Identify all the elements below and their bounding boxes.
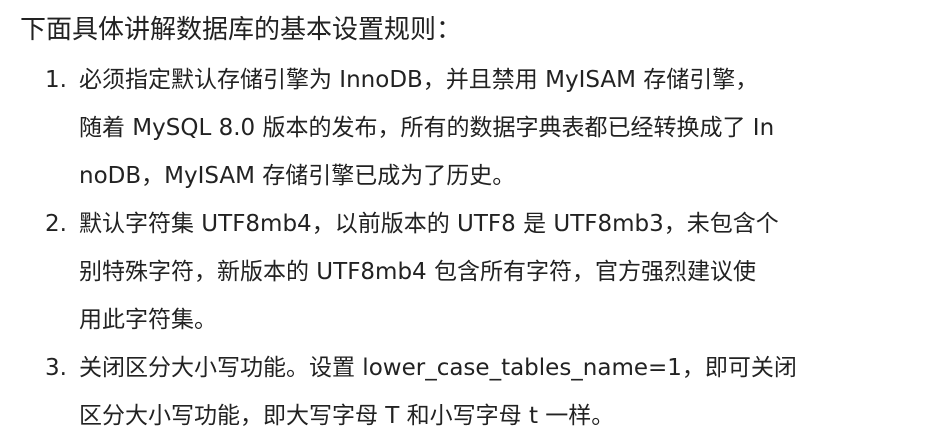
rule-line: noDB，MyISAM 存储引擎已成为了历史。 [79, 163, 516, 189]
rule-item-2: 2. 默认字符集 UTF8mb4，以前版本的 UTF8 是 UTF8mb3，未包… [20, 200, 920, 344]
rule-number: 3. [45, 355, 67, 381]
rule-line: 区分大小写功能，即大写字母 T 和小写字母 t 一样。 [79, 403, 615, 429]
document: 下面具体讲解数据库的基本设置规则： 1. 必须指定默认存储引擎为 InnoDB，… [0, 0, 940, 442]
rule-line: 别特殊字符，新版本的 UTF8mb4 包含所有字符，官方强烈建议使 [79, 259, 757, 285]
rule-number: 1. [45, 67, 67, 93]
rule-item-1: 1. 必须指定默认存储引擎为 InnoDB，并且禁用 MyISAM 存储引擎， … [20, 56, 920, 200]
intro-heading: 下面具体讲解数据库的基本设置规则： [20, 15, 463, 45]
rule-item-3: 3. 关闭区分大小写功能。设置 lower_case_tables_name=1… [20, 344, 920, 440]
rule-line: 关闭区分大小写功能。设置 lower_case_tables_name=1，即可… [79, 355, 797, 381]
rule-line: 默认字符集 UTF8mb4，以前版本的 UTF8 是 UTF8mb3，未包含个 [79, 211, 779, 237]
rules-list: 1. 必须指定默认存储引擎为 InnoDB，并且禁用 MyISAM 存储引擎， … [20, 56, 920, 440]
rule-line: 用此字符集。 [79, 307, 217, 333]
rule-line: 必须指定默认存储引擎为 InnoDB，并且禁用 MyISAM 存储引擎， [79, 67, 759, 93]
rule-line: 随着 MySQL 8.0 版本的发布，所有的数据字典表都已经转换成了 In [79, 115, 775, 141]
rule-number: 2. [45, 211, 67, 237]
